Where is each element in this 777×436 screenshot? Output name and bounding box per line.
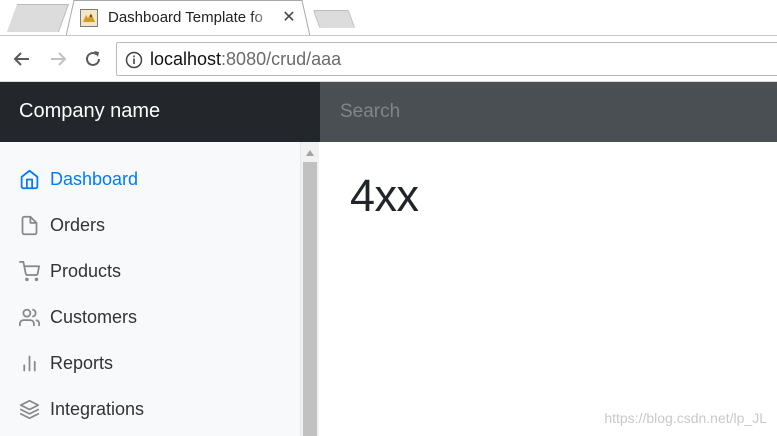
sidebar-item-customers[interactable]: Customers bbox=[0, 294, 300, 340]
sidebar-scrollbar[interactable] bbox=[300, 142, 319, 436]
file-icon bbox=[19, 215, 40, 236]
inactive-tab[interactable] bbox=[6, 4, 70, 32]
bar-chart-icon bbox=[19, 353, 40, 374]
active-tab[interactable]: Dashboard Template fo ✕ bbox=[66, 0, 310, 36]
sidebar-item-dashboard[interactable]: Dashboard bbox=[0, 156, 300, 202]
sidebar-item-label: Reports bbox=[50, 352, 114, 373]
close-icon[interactable]: ✕ bbox=[280, 9, 298, 27]
sidebar-item-label: Customers bbox=[50, 306, 138, 327]
home-icon bbox=[19, 169, 40, 190]
browser-toolbar: localhost:8080/crud/aaa bbox=[0, 36, 777, 82]
address-url: localhost:8080/crud/aaa bbox=[150, 49, 341, 70]
main-content: 4xx https://blog.csdn.net/lp_JL bbox=[319, 142, 777, 436]
new-tab-button[interactable] bbox=[312, 10, 356, 28]
browser-tab-strip: Dashboard Template fo ✕ bbox=[0, 0, 777, 36]
top-navbar: Company name bbox=[0, 82, 777, 142]
sidebar: Dashboard Orders Products Customers Repo… bbox=[0, 142, 300, 436]
sidebar-item-integrations[interactable]: Integrations bbox=[0, 386, 300, 432]
scroll-up-arrow-icon[interactable] bbox=[306, 150, 314, 156]
layers-icon bbox=[19, 399, 40, 420]
address-bar[interactable]: localhost:8080/crud/aaa bbox=[116, 42, 777, 76]
tab-title: Dashboard Template fo bbox=[108, 9, 263, 26]
sidebar-item-label: Dashboard bbox=[50, 168, 139, 189]
sidebar-item-products[interactable]: Products bbox=[0, 248, 300, 294]
reload-icon[interactable] bbox=[82, 48, 104, 70]
watermark: https://blog.csdn.net/lp_JL bbox=[604, 410, 767, 426]
url-host: localhost bbox=[150, 49, 222, 69]
users-icon bbox=[19, 307, 40, 328]
sidebar-item-label: Orders bbox=[50, 214, 106, 235]
url-path: :8080/crud/aaa bbox=[221, 49, 342, 69]
brand-link[interactable]: Company name bbox=[0, 82, 320, 142]
arrow-right-icon[interactable] bbox=[47, 48, 69, 70]
arrow-left-icon[interactable] bbox=[11, 48, 33, 70]
sidebar-item-reports[interactable]: Reports bbox=[0, 340, 300, 386]
sidebar-item-orders[interactable]: Orders bbox=[0, 202, 300, 248]
sidebar-item-label: Products bbox=[50, 260, 122, 281]
shopping-cart-icon bbox=[19, 260, 40, 282]
tomcat-icon bbox=[80, 9, 98, 27]
info-icon[interactable] bbox=[125, 51, 143, 69]
search-input[interactable] bbox=[320, 82, 777, 142]
page-title: 4xx bbox=[350, 170, 419, 221]
scrollbar-thumb[interactable] bbox=[303, 162, 317, 436]
sidebar-item-label: Integrations bbox=[50, 398, 145, 419]
